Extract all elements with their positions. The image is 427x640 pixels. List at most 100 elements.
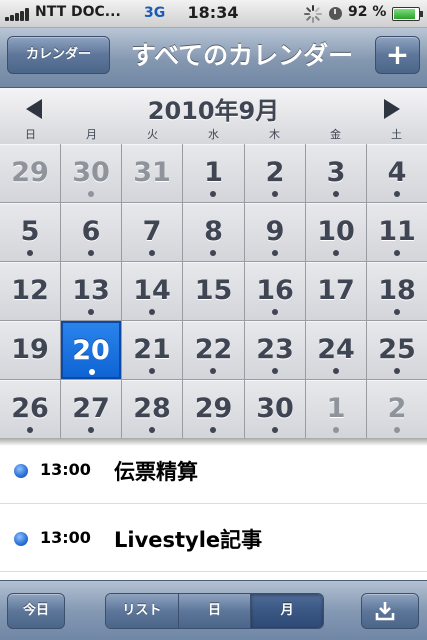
nav-bar: カレンダー すべてのカレンダー + [0,28,427,88]
calendar-day[interactable]: 30 [61,144,121,202]
event-indicator-dot [88,250,94,256]
day-number: 1 [204,157,223,188]
calendar-day[interactable]: 24 [306,321,366,379]
day-number: 1 [326,393,346,424]
day-number: 29 [11,157,49,188]
calendar-day[interactable]: 14 [122,262,182,320]
calendar-day[interactable]: 29 [183,380,244,438]
calendar-day[interactable]: 30 [245,380,305,438]
calendar-day[interactable]: 2 [367,380,427,438]
battery-percent: 92 % [348,4,387,20]
calendar-day[interactable]: 18 [367,262,427,320]
event-indicator-dot [149,309,155,315]
segment-list[interactable]: リスト [106,594,179,628]
status-time: 18:34 [187,3,239,22]
calendar-day-selected[interactable]: 20 [61,321,121,379]
event-indicator-dot [394,427,400,433]
calendar-day[interactable]: 23 [245,321,305,379]
event-indicator-dot [333,368,339,374]
event-indicator-dot [394,191,400,197]
segment-month[interactable]: 月 [251,594,323,628]
calendar-day[interactable]: 10 [306,203,366,261]
download-button[interactable] [361,593,419,629]
right-arrow-icon[interactable] [384,99,400,119]
calendar-day[interactable]: 1 [306,380,366,438]
weekday-label: 水 [208,128,219,141]
event-title: 伝票精算 [114,460,198,484]
calendar-day[interactable]: 5 [0,203,60,261]
calendar-day[interactable]: 7 [122,203,182,261]
calendar-day[interactable]: 22 [183,321,244,379]
calendar-day[interactable]: 13 [61,262,121,320]
calendar-day[interactable]: 28 [122,380,182,438]
calendar-day[interactable]: 16 [245,262,305,320]
calendar-day[interactable]: 15 [183,262,244,320]
day-number: 26 [11,393,49,424]
event-row[interactable]: 13:00 Livestyle記事 [0,506,427,572]
calendar-day[interactable]: 25 [367,321,427,379]
day-number: 10 [317,216,355,247]
calendar-day[interactable]: 26 [0,380,60,438]
event-indicator-dot [272,250,278,256]
calendar-day[interactable]: 4 [367,144,427,202]
event-time: 13:00 [40,460,91,479]
event-row[interactable]: 13:00 伝票精算 [0,438,427,504]
battery-icon [392,7,423,21]
calendar-color-dot-icon [14,532,28,546]
calendar-day[interactable]: 12 [0,262,60,320]
bottom-toolbar: 今日 リスト日月 [0,580,427,640]
event-time: 13:00 [40,528,91,547]
day-number: 6 [81,216,101,247]
calendar-day[interactable]: 6 [61,203,121,261]
weekday-label: 金 [330,128,341,141]
calendar-day[interactable]: 19 [0,321,60,379]
weekday-label: 月 [86,128,97,141]
event-list: 13:00 伝票精算 13:00 Livestyle記事 [0,438,427,580]
calendar-day[interactable]: 11 [367,203,427,261]
day-number: 7 [142,216,162,247]
event-indicator-dot [88,309,94,315]
calendar-day[interactable]: 27 [61,380,121,438]
add-event-button[interactable]: + [375,36,420,74]
day-number: 15 [194,275,233,306]
day-number: 2 [387,393,407,424]
calendar-grid: 29 30 31 1 2 3 4 5 6 7 8 9 10 11 12 13 14 15 16 17 18 19 20 21 2… [0,144,427,438]
calendar-day[interactable]: 21 [122,321,182,379]
view-mode-segmented-control: リスト日月 [105,593,324,629]
day-number: 28 [133,393,171,424]
event-indicator-dot [272,368,278,374]
status-bar: NTT DOC... 3G 18:34 92 % [0,0,427,28]
calendar-day[interactable]: 29 [0,144,60,202]
event-indicator-dot [89,369,95,375]
event-indicator-dot [333,250,339,256]
calendar-day[interactable]: 1 [183,144,244,202]
calendar-day[interactable]: 31 [122,144,182,202]
event-indicator-dot [394,368,400,374]
day-number: 11 [378,216,416,247]
today-button[interactable]: 今日 [7,593,65,629]
event-indicator-dot [27,427,33,433]
event-indicator-dot [272,309,278,315]
day-number: 20 [72,335,110,366]
day-number: 22 [194,334,233,365]
day-number: 12 [11,275,49,306]
signal-icon [5,8,35,21]
day-number: 31 [133,157,171,188]
day-number: 21 [133,334,171,365]
event-indicator-dot [149,427,155,433]
month-title: 2010年9月 [147,97,280,125]
day-number: 9 [265,216,285,247]
segment-day[interactable]: 日 [178,594,252,628]
calendar-day[interactable]: 3 [306,144,366,202]
calendar-day[interactable]: 9 [245,203,305,261]
calendars-button[interactable]: カレンダー [7,36,110,74]
weekday-labels: 日月火水木金土 [0,126,427,142]
calendar-day[interactable]: 2 [245,144,305,202]
day-number: 3 [326,157,346,188]
left-arrow-icon[interactable] [26,99,42,119]
day-number: 24 [317,334,355,365]
calendar-day[interactable]: 8 [183,203,244,261]
day-number: 13 [72,275,110,306]
calendar-day[interactable]: 17 [306,262,366,320]
event-indicator-dot [272,427,278,433]
